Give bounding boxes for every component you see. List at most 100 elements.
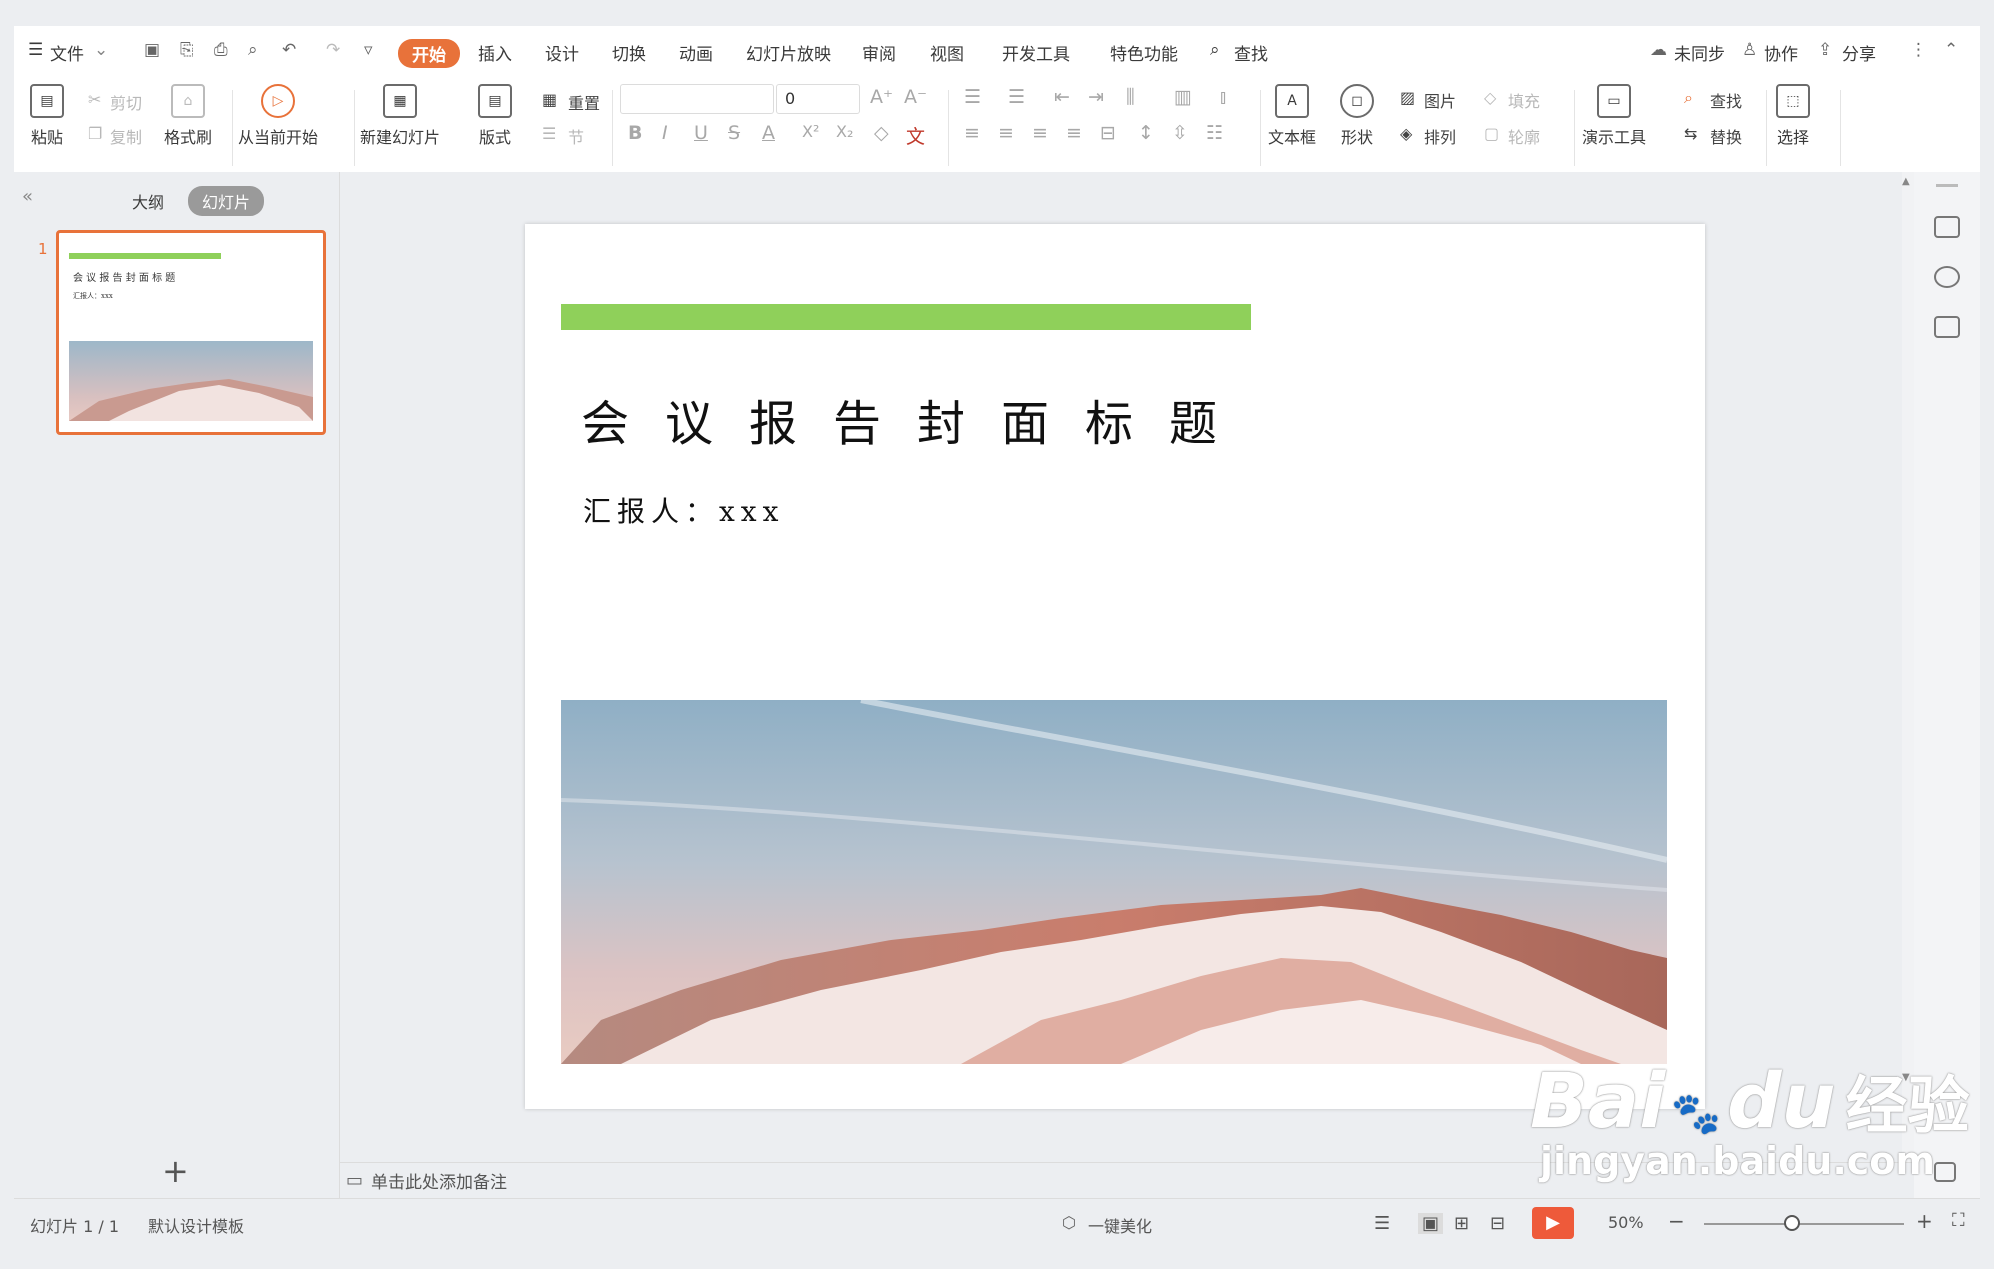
font-name-combo[interactable] bbox=[620, 84, 774, 114]
indent-increase-icon[interactable]: ⇥ bbox=[1088, 86, 1104, 108]
customize-icon[interactable]: ▿ bbox=[364, 40, 373, 60]
zoom-level[interactable]: 50% bbox=[1608, 1213, 1644, 1232]
align-right-icon[interactable]: ≡ bbox=[1032, 122, 1048, 144]
tab-view[interactable]: 视图 bbox=[930, 40, 964, 65]
redo-icon[interactable]: ↷ bbox=[326, 40, 340, 60]
distribute-icon[interactable]: ⊟ bbox=[1100, 122, 1116, 144]
print-icon[interactable]: ⎙ bbox=[214, 40, 228, 60]
font-size-combo[interactable]: 0 bbox=[776, 84, 860, 114]
green-accent-bar[interactable] bbox=[561, 304, 1251, 330]
tab-slides[interactable]: 幻灯片 bbox=[188, 186, 265, 216]
tab-home[interactable]: 开始 bbox=[398, 39, 460, 68]
paste-button[interactable]: ▤ 粘贴 bbox=[30, 84, 64, 148]
settings-sliders-icon[interactable] bbox=[1934, 216, 1960, 238]
tab-animation[interactable]: 动画 bbox=[679, 40, 713, 65]
fill-button[interactable]: 填充 bbox=[1508, 88, 1540, 112]
normal-view-icon[interactable]: ▣ bbox=[1418, 1213, 1444, 1234]
tab-insert[interactable]: 插入 bbox=[478, 40, 512, 65]
sorter-view-icon[interactable]: ⊞ bbox=[1454, 1213, 1469, 1234]
cut-button[interactable]: 剪切 bbox=[110, 90, 142, 114]
print-preview-icon[interactable]: ⌕ bbox=[248, 40, 258, 60]
reading-view-icon[interactable]: ⊟ bbox=[1490, 1213, 1505, 1234]
bullet-list-icon[interactable]: ☰ bbox=[964, 86, 981, 108]
paragraph-spacing-icon[interactable]: ⇳ bbox=[1172, 122, 1188, 144]
tab-design[interactable]: 设计 bbox=[545, 40, 579, 65]
template-name[interactable]: 默认设计模板 bbox=[148, 1213, 244, 1237]
numbered-list-icon[interactable]: ☰ bbox=[1008, 86, 1025, 108]
notes-toggle-icon[interactable]: ☰ bbox=[1374, 1213, 1390, 1234]
reset-button[interactable]: 重置 bbox=[568, 90, 600, 114]
find-button[interactable]: 查找 bbox=[1710, 88, 1742, 112]
section-button[interactable]: 节 bbox=[568, 124, 584, 148]
new-slide-button[interactable]: ▦ 新建幻灯片 bbox=[360, 84, 440, 148]
textbox-button[interactable]: A 文本框 bbox=[1268, 84, 1316, 148]
search-button[interactable]: 查找 bbox=[1234, 40, 1268, 65]
collab-button[interactable]: 协作 bbox=[1764, 40, 1798, 65]
drag-handle-icon[interactable] bbox=[1936, 184, 1958, 187]
paragraph-settings-icon[interactable]: ☷ bbox=[1206, 122, 1223, 144]
from-current-button[interactable]: ▷ 从当前开始 bbox=[238, 84, 318, 148]
strike-button[interactable]: S bbox=[728, 122, 740, 144]
more-icon[interactable]: ⋮ bbox=[1910, 40, 1927, 60]
mountain-photo[interactable] bbox=[561, 700, 1667, 1064]
export-icon[interactable]: ⎘ bbox=[180, 40, 194, 60]
sync-status[interactable]: 未同步 bbox=[1674, 40, 1725, 65]
menu-icon[interactable]: ☰ bbox=[28, 40, 43, 60]
tab-review[interactable]: 审阅 bbox=[862, 40, 896, 65]
layout-button[interactable]: ▤ 版式 bbox=[478, 84, 512, 148]
align-text-icon[interactable]: ⫾ bbox=[1220, 86, 1226, 108]
arrange-button[interactable]: 排列 bbox=[1424, 124, 1456, 148]
collapse-panel-icon[interactable]: « bbox=[22, 186, 33, 207]
beautify-button[interactable]: 一键美化 bbox=[1088, 1213, 1152, 1237]
vertical-scrollbar[interactable]: ▲ ▼ bbox=[1902, 172, 1914, 1162]
file-menu[interactable]: 文件 bbox=[50, 40, 84, 65]
copy-button[interactable]: 复制 bbox=[110, 124, 142, 148]
indent-decrease-icon[interactable]: ⇤ bbox=[1054, 86, 1070, 108]
shape-button[interactable]: ◻ 形状 bbox=[1340, 84, 1374, 148]
superscript-button[interactable]: X² bbox=[802, 122, 819, 141]
justify-icon[interactable]: ≡ bbox=[1066, 122, 1082, 144]
share-button[interactable]: 分享 bbox=[1842, 40, 1876, 65]
star-icon[interactable] bbox=[1934, 266, 1960, 288]
zoom-slider[interactable] bbox=[1704, 1223, 1904, 1225]
zoom-slider-thumb[interactable] bbox=[1784, 1215, 1800, 1231]
notes-placeholder[interactable]: 单击此处添加备注 bbox=[371, 1168, 507, 1193]
align-center-icon[interactable]: ≡ bbox=[998, 122, 1014, 144]
shrink-font-icon[interactable]: A⁻ bbox=[904, 86, 927, 108]
slide-thumbnail[interactable]: 会 议 报 告 封 面 标 题 汇报人：xxx bbox=[56, 230, 326, 435]
slide-title[interactable]: 会议报告封面标题 bbox=[581, 384, 1253, 454]
grow-font-icon[interactable]: A⁺ bbox=[870, 86, 893, 108]
align-left-icon[interactable]: ≡ bbox=[964, 122, 980, 144]
subscript-button[interactable]: X₂ bbox=[836, 122, 853, 141]
slide-canvas[interactable]: 会议报告封面标题 汇报人：xxx bbox=[525, 224, 1705, 1109]
slide-reporter[interactable]: 汇报人：xxx bbox=[583, 490, 784, 530]
search-icon[interactable]: ⌕ bbox=[1210, 40, 1220, 60]
picture-button[interactable]: 图片 bbox=[1424, 88, 1456, 112]
replace-button[interactable]: 替换 bbox=[1710, 124, 1742, 148]
present-tools-button[interactable]: ▭ 演示工具 bbox=[1582, 84, 1646, 148]
columns-icon[interactable]: ▥ bbox=[1174, 86, 1192, 108]
line-spacing-icon[interactable]: ↕ bbox=[1138, 122, 1154, 144]
select-button[interactable]: ⬚ 选择 bbox=[1776, 84, 1810, 148]
scroll-up-icon[interactable]: ▲ bbox=[1902, 176, 1910, 187]
add-slide-button[interactable]: + bbox=[162, 1152, 189, 1190]
phonetic-button[interactable]: 文 bbox=[906, 122, 925, 149]
fit-window-icon[interactable]: ⛶ bbox=[1952, 1210, 1965, 1231]
tab-transition[interactable]: 切换 bbox=[612, 40, 646, 65]
font-color-button[interactable]: A bbox=[762, 122, 775, 144]
tab-developer[interactable]: 开发工具 bbox=[1002, 40, 1070, 65]
undo-icon[interactable]: ↶ bbox=[282, 40, 296, 60]
switch-icon[interactable] bbox=[1934, 316, 1960, 338]
collapse-ribbon-icon[interactable]: ⌃ bbox=[1944, 40, 1958, 60]
text-direction-icon[interactable]: ⫼ bbox=[1126, 86, 1135, 108]
tab-slideshow[interactable]: 幻灯片放映 bbox=[746, 40, 831, 65]
clear-format-button[interactable]: ◇ bbox=[874, 122, 889, 144]
chevron-down-icon[interactable]: ⌄ bbox=[94, 40, 108, 60]
tab-special[interactable]: 特色功能 bbox=[1110, 40, 1178, 65]
italic-button[interactable]: I bbox=[662, 122, 668, 144]
underline-button[interactable]: U bbox=[694, 122, 708, 144]
outline-button[interactable]: 轮廓 bbox=[1508, 124, 1540, 148]
zoom-out-icon[interactable]: − bbox=[1668, 1209, 1685, 1233]
save-icon[interactable]: ▣ bbox=[144, 40, 160, 60]
tab-outline[interactable]: 大纲 bbox=[118, 186, 178, 216]
